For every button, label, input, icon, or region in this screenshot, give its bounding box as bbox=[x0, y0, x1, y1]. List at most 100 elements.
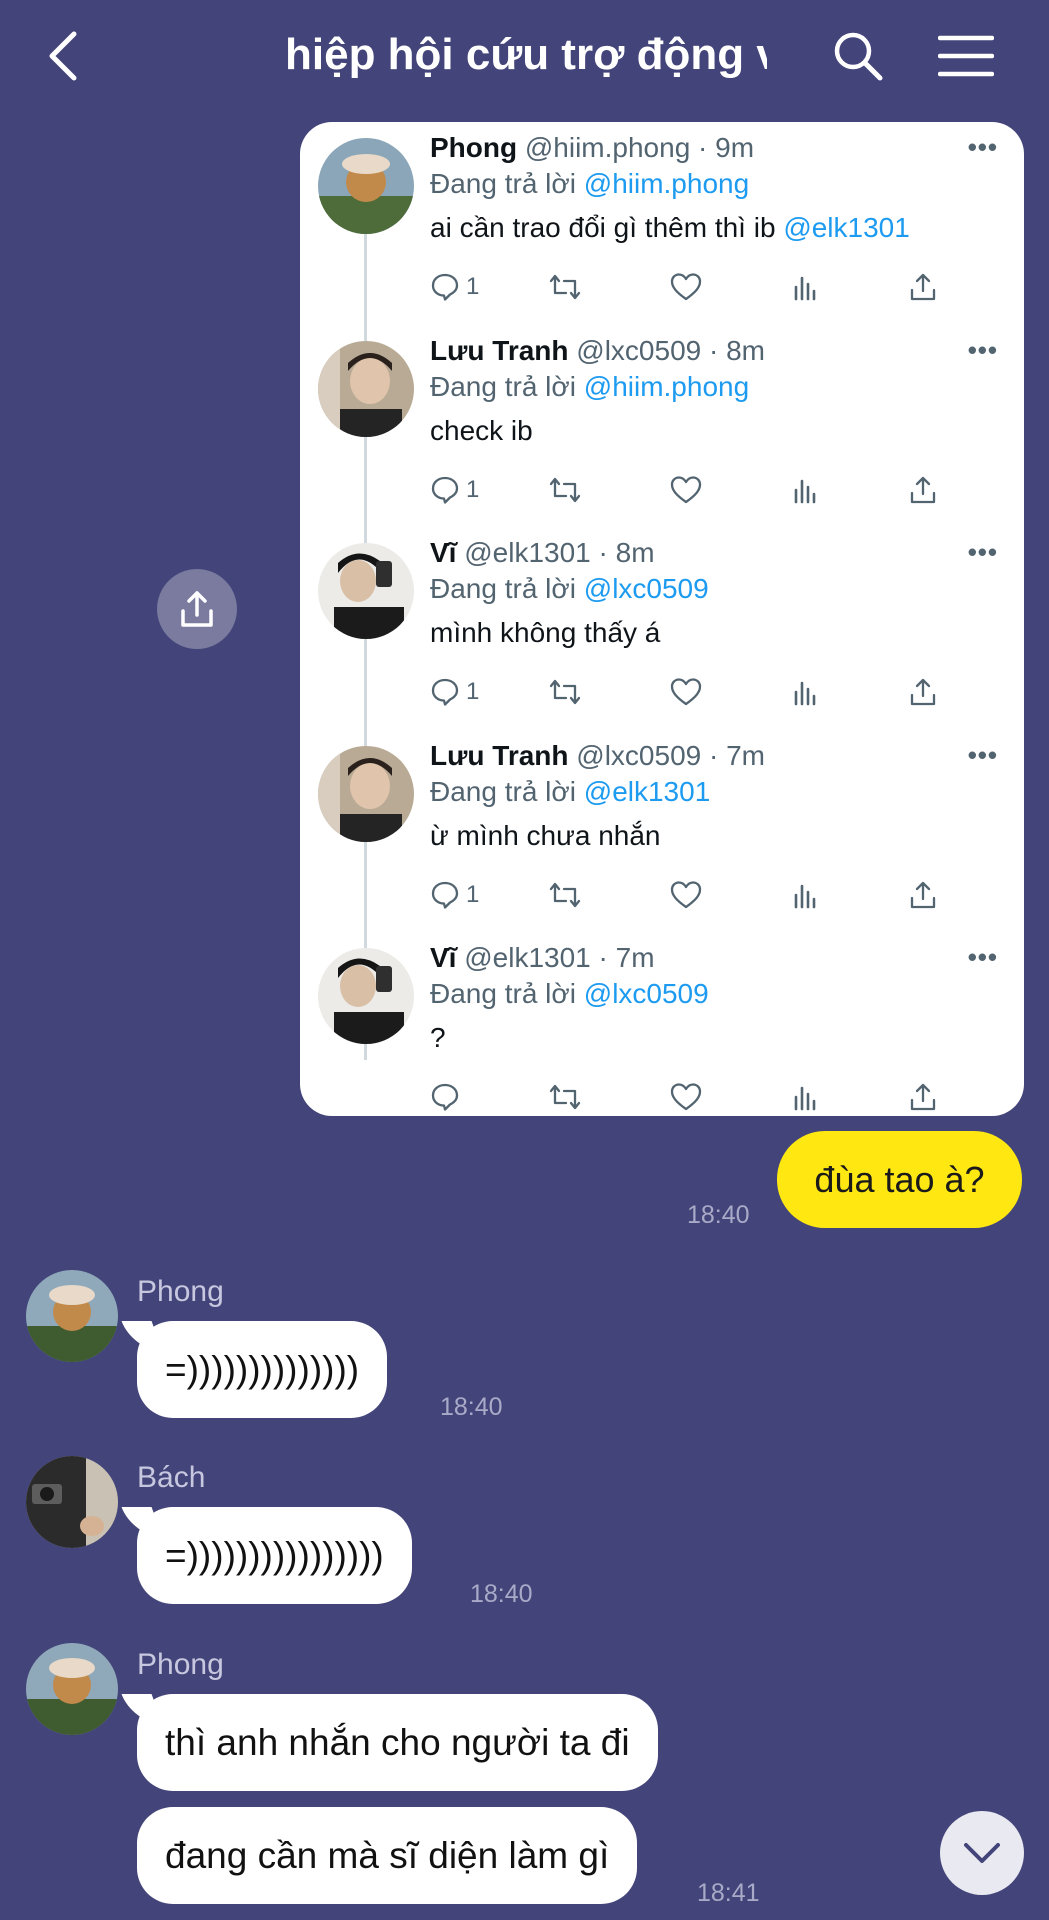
analytics-icon bbox=[794, 884, 816, 909]
my-message-bubble[interactable]: đùa tao à? bbox=[777, 1131, 1022, 1228]
like-action bbox=[670, 270, 702, 304]
retweet-icon bbox=[549, 1084, 581, 1110]
replying-to-mention: @lxc0509 bbox=[583, 978, 709, 1009]
sender-name: Bách bbox=[137, 1461, 206, 1494]
chevron-down-icon bbox=[964, 1843, 1000, 1863]
share-icon bbox=[910, 678, 936, 706]
scroll-to-bottom-button[interactable] bbox=[940, 1811, 1024, 1895]
tweet: Phong @hiim.phong · 9m ••• Đang trả lời … bbox=[300, 122, 1024, 324]
views-action bbox=[790, 270, 820, 304]
avatar bbox=[318, 948, 414, 1044]
replying-label: Đang trả lời bbox=[430, 573, 584, 604]
tweet-handle-time: @elk1301 · 8m bbox=[456, 537, 655, 568]
share-icon bbox=[181, 591, 213, 627]
tweet-text: ? bbox=[430, 1022, 446, 1053]
more-options-icon: ••• bbox=[967, 942, 998, 972]
avatar[interactable] bbox=[26, 1270, 118, 1362]
share-action bbox=[908, 1080, 938, 1114]
tweet: Lưu Tranh @lxc0509 · 7m ••• Đang trả lời… bbox=[300, 730, 1024, 932]
reply-icon bbox=[431, 881, 459, 909]
reply-action bbox=[430, 1080, 466, 1114]
reply-action: 1 bbox=[430, 473, 479, 507]
share-icon bbox=[910, 881, 936, 909]
back-button[interactable] bbox=[40, 28, 88, 84]
replying-label: Đang trả lời bbox=[430, 168, 584, 199]
avatar[interactable] bbox=[26, 1456, 118, 1548]
reply-count: 1 bbox=[466, 273, 480, 300]
share-button[interactable] bbox=[157, 569, 237, 649]
heart-icon bbox=[670, 476, 702, 504]
tweet-actions: 1 bbox=[430, 473, 990, 507]
replying-to-mention: @elk1301 bbox=[583, 776, 711, 807]
share-action bbox=[908, 270, 938, 304]
analytics-icon bbox=[794, 681, 816, 706]
retweet-icon bbox=[549, 274, 581, 300]
like-action bbox=[670, 878, 702, 912]
avatar[interactable] bbox=[26, 1643, 118, 1735]
like-action bbox=[670, 473, 702, 507]
message-bubble[interactable]: đang cần mà sĩ diện làm gì bbox=[137, 1807, 638, 1904]
replying-label: Đang trả lời bbox=[430, 978, 584, 1009]
reply-icon bbox=[431, 476, 459, 504]
tweet: Vĩ @elk1301 · 7m ••• Đang trả lời @lxc05… bbox=[300, 932, 1024, 1116]
share-icon bbox=[910, 273, 936, 301]
reply-icon bbox=[431, 678, 459, 706]
message-time: 18:41 bbox=[697, 1879, 760, 1907]
share-action bbox=[908, 878, 938, 912]
chat-header: hiệp hội cứu trợ động v bbox=[0, 0, 1049, 115]
tweet-actions bbox=[430, 1080, 990, 1114]
tweet-text: check ib bbox=[430, 415, 533, 446]
tweet-mention: @elk1301 bbox=[783, 212, 910, 243]
share-action bbox=[908, 675, 938, 709]
retweet-icon bbox=[549, 882, 581, 908]
heart-icon bbox=[670, 273, 702, 301]
search-button[interactable] bbox=[832, 30, 884, 82]
avatar bbox=[318, 543, 414, 639]
replying-to-mention: @hiim.phong bbox=[583, 168, 750, 199]
views-action bbox=[790, 878, 820, 912]
message-time: 18:40 bbox=[470, 1580, 533, 1608]
tweet-handle-time: @lxc0509 · 7m bbox=[568, 740, 765, 771]
heart-icon bbox=[670, 678, 702, 706]
reply-icon bbox=[431, 1083, 459, 1111]
menu-button[interactable] bbox=[937, 34, 995, 78]
hamburger-menu-icon bbox=[937, 35, 995, 77]
more-options-icon: ••• bbox=[967, 740, 998, 770]
retweet-action bbox=[548, 270, 582, 304]
replying-label: Đang trả lời bbox=[430, 776, 584, 807]
heart-icon bbox=[670, 1083, 702, 1111]
reply-action: 1 bbox=[430, 270, 479, 304]
retweet-action bbox=[548, 675, 582, 709]
like-action bbox=[670, 675, 702, 709]
tweet-author-name: Vĩ bbox=[430, 537, 457, 568]
message-time: 18:40 bbox=[687, 1201, 750, 1229]
heart-icon bbox=[670, 881, 702, 909]
message-bubble[interactable]: thì anh nhắn cho người ta đi bbox=[137, 1694, 658, 1791]
tweet-author-name: Phong bbox=[430, 132, 518, 163]
views-action bbox=[790, 675, 820, 709]
message-bubble[interactable]: =)))))))))))))))) bbox=[137, 1507, 412, 1604]
tweet-author-name: Vĩ bbox=[430, 942, 457, 973]
tweet-actions: 1 bbox=[430, 270, 990, 304]
tweet-actions: 1 bbox=[430, 878, 990, 912]
sender-name: Phong bbox=[137, 1275, 224, 1308]
share-icon bbox=[910, 476, 936, 504]
message-bubble[interactable]: =)))))))))))))) bbox=[137, 1321, 388, 1418]
avatar bbox=[318, 138, 414, 234]
analytics-icon bbox=[794, 479, 816, 504]
more-options-icon: ••• bbox=[967, 132, 998, 162]
tweet: Vĩ @elk1301 · 8m ••• Đang trả lời @lxc05… bbox=[300, 527, 1024, 729]
reply-icon bbox=[431, 273, 459, 301]
avatar bbox=[318, 341, 414, 437]
views-action bbox=[790, 1080, 820, 1114]
avatar bbox=[318, 746, 414, 842]
reply-action: 1 bbox=[430, 878, 479, 912]
tweet-handle-time: @lxc0509 · 8m bbox=[568, 335, 765, 366]
replying-label: Đang trả lời bbox=[430, 371, 584, 402]
reply-count: 1 bbox=[466, 476, 480, 503]
reply-count: 1 bbox=[466, 678, 480, 705]
tweet-thread-image[interactable]: Phong @hiim.phong · 9m ••• Đang trả lời … bbox=[300, 122, 1024, 1116]
more-options-icon: ••• bbox=[967, 537, 998, 567]
chat-title[interactable]: hiệp hội cứu trợ động v bbox=[285, 30, 767, 90]
replying-to-mention: @hiim.phong bbox=[583, 371, 750, 402]
